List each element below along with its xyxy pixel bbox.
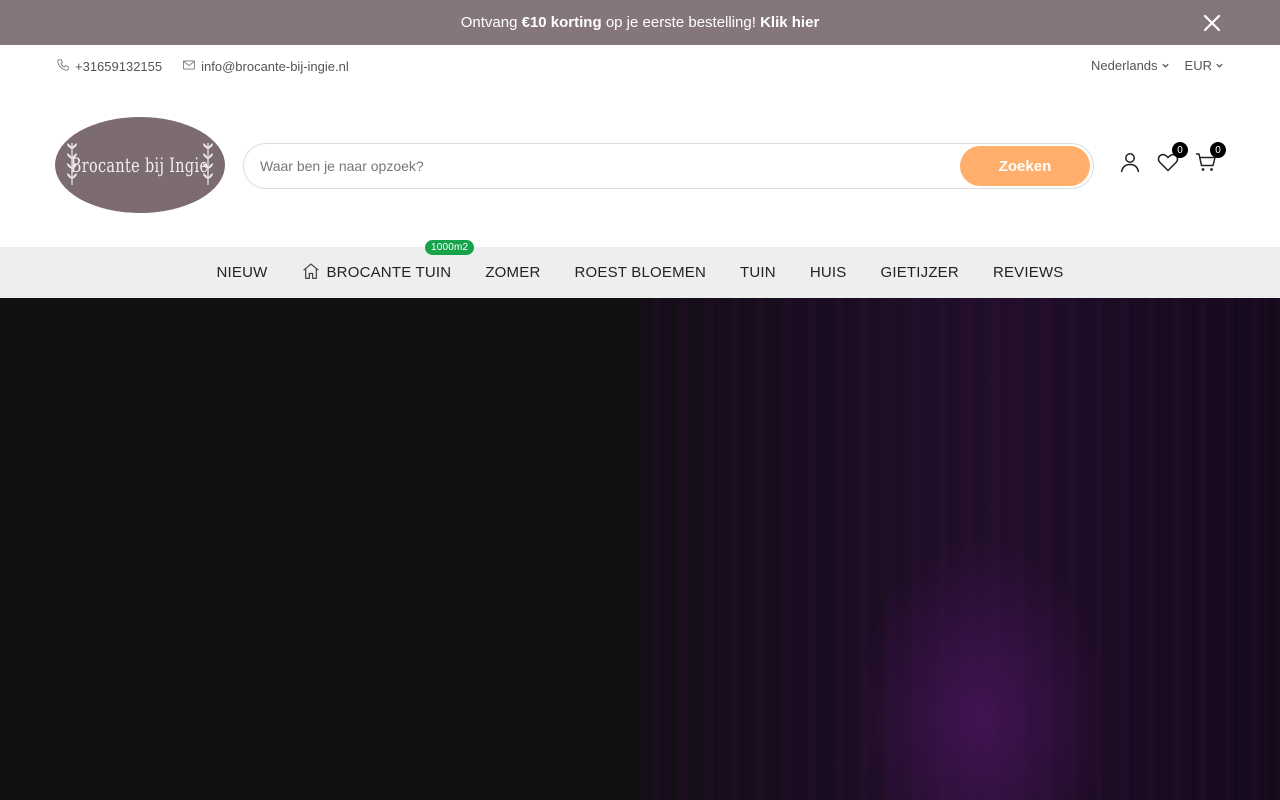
contact-info: +31659132155 info@brocante-bij-ingie.nl xyxy=(56,58,369,75)
search-input[interactable] xyxy=(260,144,950,188)
hero-curtain-image xyxy=(640,298,1280,800)
language-selector[interactable]: Nederlands xyxy=(1091,58,1170,73)
nav-item-label: BROCANTE TUIN xyxy=(326,264,452,281)
nav-item-label: ROEST BLOEMEN xyxy=(574,264,707,281)
announcement-link[interactable]: Klik hier xyxy=(760,14,819,31)
nav-item-brocante-tuin[interactable]: BROCANTE TUIN 1000m2 xyxy=(301,239,475,284)
nav-item-zomer[interactable]: ZOMER xyxy=(485,264,540,281)
nav-item-huis[interactable]: HUIS xyxy=(810,264,847,281)
currency-selector[interactable]: EUR xyxy=(1185,58,1224,73)
nav-item-label: NIEUW xyxy=(216,264,268,281)
mail-icon xyxy=(182,58,201,75)
close-icon[interactable] xyxy=(1200,11,1224,35)
announcement-prefix: Ontvang xyxy=(460,14,518,31)
phone-link[interactable]: +31659132155 xyxy=(56,58,162,75)
nav-item-label: TUIN xyxy=(740,264,776,281)
phone-icon xyxy=(56,58,75,75)
nav-item-reviews[interactable]: REVIEWS xyxy=(993,264,1064,281)
cart-button[interactable]: 0 xyxy=(1194,142,1226,174)
cart-icon xyxy=(1194,153,1218,178)
nav-item-label: REVIEWS xyxy=(992,264,1064,281)
nav-item-label: GIETIJZER xyxy=(880,264,959,281)
announcement-middle: op je eerste bestelling! xyxy=(605,14,756,31)
announcement-discount: €10 korting xyxy=(521,14,602,31)
logo[interactable]: Brocante bij Ingie xyxy=(55,117,225,213)
nav-item-gietijzer[interactable]: GIETIJZER xyxy=(880,264,958,281)
laurel-icon xyxy=(201,141,215,192)
topbar: +31659132155 info@brocante-bij-ingie.nl … xyxy=(0,45,1280,89)
wishlist-button[interactable]: 0 xyxy=(1156,142,1188,174)
nav-item-label: ZOMER xyxy=(485,264,541,281)
search-button[interactable]: Zoeken xyxy=(960,146,1090,186)
chevron-down-icon xyxy=(1158,58,1170,73)
chevron-down-icon xyxy=(1212,58,1224,73)
nav-tag-badge: 1000m2 xyxy=(424,239,475,255)
heart-icon xyxy=(1156,153,1180,178)
main-nav: NIEUW BROCANTE TUIN 1000m2 ZOMER ROEST B… xyxy=(0,239,1280,298)
announcement-text: Ontvang €10 korting op je eerste bestell… xyxy=(461,14,820,31)
nav-item-label: HUIS xyxy=(809,264,847,281)
nav-item-tuin[interactable]: TUIN xyxy=(740,264,776,281)
search-button-label: Zoeken xyxy=(998,157,1052,175)
phone-number: +31659132155 xyxy=(75,59,163,74)
email-address: info@brocante-bij-ingie.nl xyxy=(201,59,349,74)
header-icons: 0 0 xyxy=(1118,142,1226,177)
announcement-bar: Ontvang €10 korting op je eerste bestell… xyxy=(0,0,1280,45)
search-bar: Zoeken xyxy=(243,143,1094,189)
logo-text: Brocante bij Ingie xyxy=(71,153,209,177)
wishlist-count-badge: 0 xyxy=(1172,142,1188,158)
cart-count-badge: 0 xyxy=(1210,142,1226,158)
nav-item-nieuw[interactable]: NIEUW xyxy=(216,264,267,281)
currency-label: EUR xyxy=(1184,58,1212,73)
hero-banner xyxy=(0,298,1280,800)
email-link[interactable]: info@brocante-bij-ingie.nl xyxy=(182,58,349,75)
topbar-selectors: Nederlands EUR xyxy=(1076,58,1224,73)
home-icon xyxy=(301,262,326,284)
nav-item-roest-bloemen[interactable]: ROEST BLOEMEN xyxy=(574,264,706,281)
language-label: Nederlands xyxy=(1091,58,1158,73)
site-header: Brocante bij Ingie Zoeken 0 0 xyxy=(0,89,1280,247)
account-icon[interactable] xyxy=(1118,150,1142,174)
